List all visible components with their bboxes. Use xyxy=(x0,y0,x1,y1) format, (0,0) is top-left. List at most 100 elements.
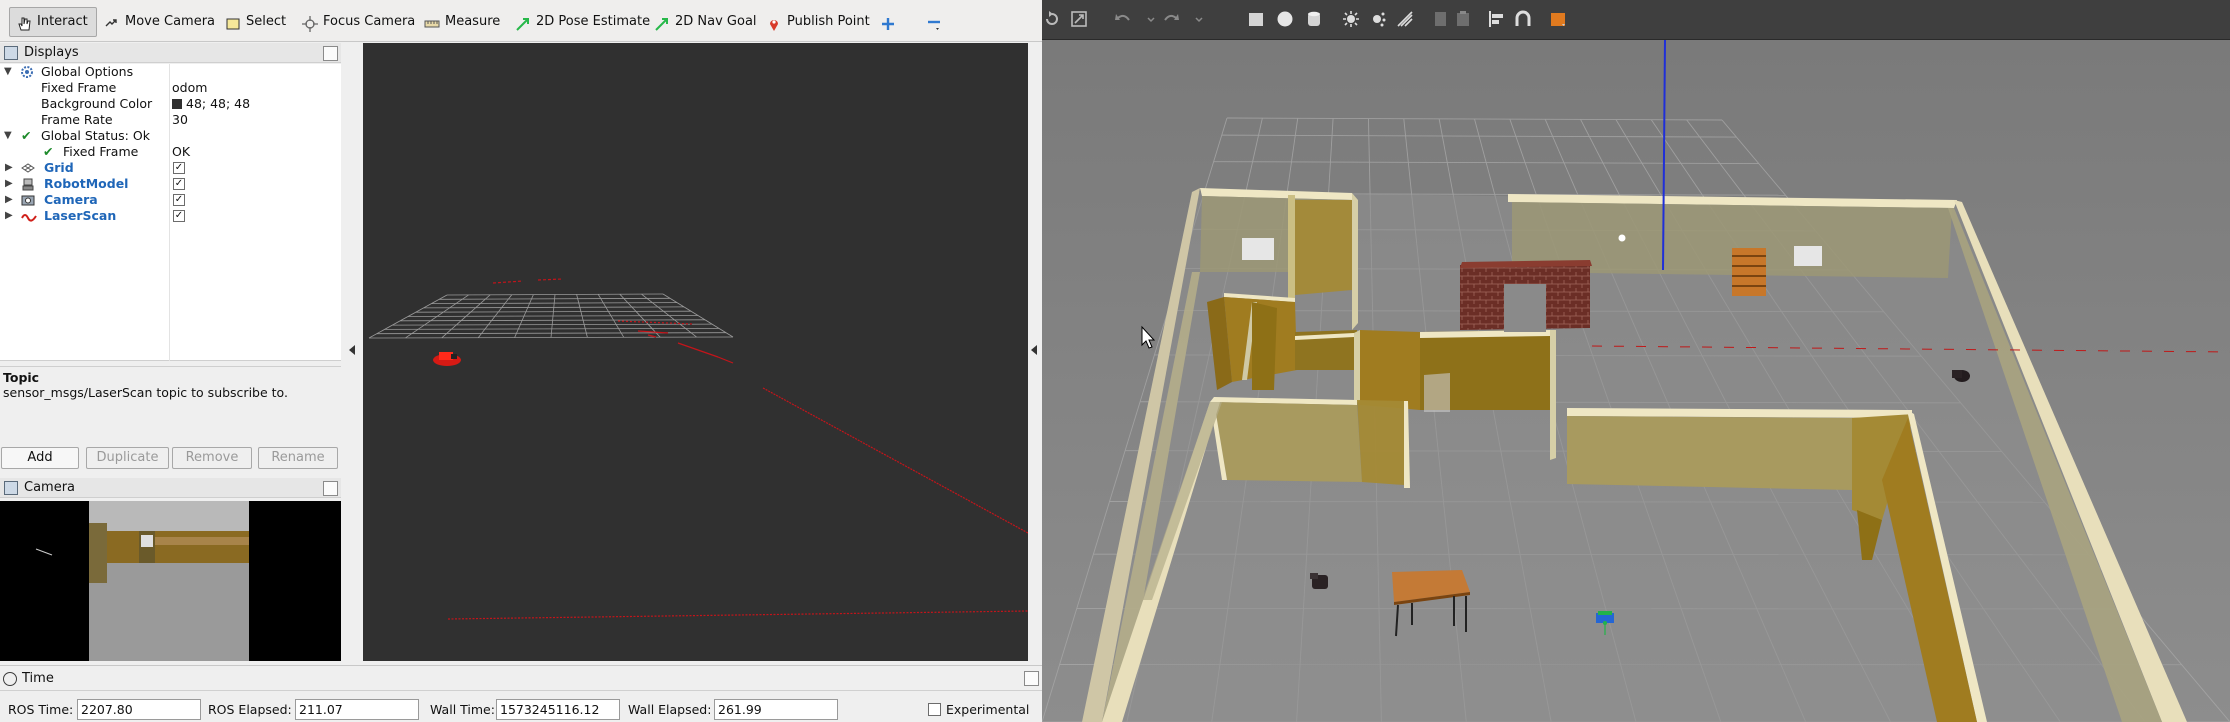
tree-row-camera[interactable]: ▶ Camera ✓ xyxy=(0,192,341,208)
collapsed-triangle-icon[interactable]: ▶ xyxy=(5,160,13,176)
undock-button[interactable] xyxy=(1024,671,1039,686)
gazebo-toolbar xyxy=(1042,0,2230,40)
tree-row-global-status[interactable]: ▼ ✔ Global Status: Ok xyxy=(0,128,341,144)
tree-row-background-color[interactable]: Background Color 48; 48; 48 xyxy=(0,96,341,112)
wall-elapsed-field[interactable]: 261.99 xyxy=(714,699,838,720)
align-icon[interactable] xyxy=(1488,10,1506,28)
right-splitter[interactable] xyxy=(1028,43,1042,661)
camera-panel-icon xyxy=(4,481,18,495)
experimental-checkbox[interactable] xyxy=(928,703,941,716)
displays-panel-title: Displays xyxy=(0,43,341,63)
measure-tool[interactable]: Measure xyxy=(418,7,506,37)
checkmark-icon: ✔ xyxy=(43,144,54,159)
rename-button[interactable]: Rename xyxy=(258,447,338,469)
chevron-down-icon[interactable] xyxy=(1194,10,1204,28)
robotmodel-checkbox[interactable]: ✓ xyxy=(173,178,185,190)
scale-icon[interactable] xyxy=(1070,10,1088,28)
select-tool[interactable]: Select xyxy=(219,7,292,37)
robot-icon xyxy=(21,177,35,191)
plus-icon xyxy=(880,14,896,30)
displays-panel: Displays ▼ Global Options Fixed Frame od… xyxy=(0,43,341,661)
snap-magnet-icon[interactable] xyxy=(1514,10,1532,28)
chevron-down-icon[interactable] xyxy=(1146,10,1156,28)
grid-icon xyxy=(21,161,35,175)
green-arrow-icon xyxy=(515,14,531,31)
time-panel-title: Time xyxy=(0,666,1042,691)
move-camera-tool[interactable]: Move Camera xyxy=(98,7,221,37)
point-light-icon[interactable] xyxy=(1369,10,1387,28)
3d-viewport[interactable] xyxy=(363,43,1028,661)
nav-goal-tool[interactable]: 2D Nav Goal xyxy=(648,7,763,37)
checkmark-icon: ✔ xyxy=(21,128,32,143)
time-panel: Time ROS Time: 2207.80 ROS Elapsed: 211.… xyxy=(0,665,1042,722)
collapsed-triangle-icon[interactable]: ▶ xyxy=(5,208,13,224)
add-button[interactable]: Add xyxy=(1,447,79,469)
tree-row-status-fixed-frame[interactable]: ✔ Fixed Frame OK xyxy=(0,144,341,160)
redo-icon[interactable] xyxy=(1162,10,1180,28)
hand-cursor-icon xyxy=(16,14,32,31)
trash-can xyxy=(1310,573,1328,589)
expanded-triangle-icon[interactable]: ▼ xyxy=(4,64,12,80)
clock-icon xyxy=(3,672,17,686)
tree-row-fixed-frame[interactable]: Fixed Frame odom xyxy=(0,80,341,96)
grid-checkbox[interactable]: ✓ xyxy=(173,162,185,174)
remove-button[interactable]: Remove xyxy=(172,447,252,469)
monitor-icon xyxy=(4,46,18,60)
remove-tool-button[interactable] xyxy=(920,7,948,37)
undo-icon[interactable] xyxy=(1114,10,1132,28)
sphere-shape-icon[interactable] xyxy=(1276,10,1294,28)
crosshair-icon xyxy=(302,14,318,32)
pose-estimate-tool[interactable]: 2D Pose Estimate xyxy=(509,7,656,37)
sun-light-icon[interactable] xyxy=(1342,10,1360,28)
undock-button[interactable] xyxy=(323,46,338,61)
wall-time-field[interactable]: 1573245116.12 xyxy=(496,699,620,720)
tree-row-global-options[interactable]: ▼ Global Options xyxy=(0,64,341,80)
box-shape-icon[interactable] xyxy=(1247,10,1265,28)
map-pin-icon xyxy=(766,14,782,31)
duplicate-button[interactable]: Duplicate xyxy=(86,447,169,469)
undock-button[interactable] xyxy=(323,481,338,496)
move-camera-icon xyxy=(104,14,120,30)
collapse-left-icon[interactable] xyxy=(349,345,355,355)
ruler-icon xyxy=(424,14,440,30)
paste-icon[interactable] xyxy=(1454,10,1472,28)
laserscan-checkbox[interactable]: ✓ xyxy=(173,210,185,222)
camera-icon xyxy=(21,193,35,207)
select-box-icon xyxy=(225,14,241,30)
cylinder-shape-icon[interactable] xyxy=(1305,10,1323,28)
rviz-window: Interact Move Camera Select Focus Camera… xyxy=(0,0,1042,722)
camera-panel-title: Camera xyxy=(0,478,341,498)
screenshot-icon[interactable] xyxy=(1550,10,1568,28)
publish-point-tool[interactable]: Publish Point xyxy=(760,7,876,37)
add-tool-button[interactable] xyxy=(874,7,902,37)
gazebo-3d-scene[interactable] xyxy=(1041,39,2230,722)
collapsed-triangle-icon[interactable]: ▶ xyxy=(5,192,13,208)
rotate-icon[interactable] xyxy=(1043,10,1061,28)
interact-tool[interactable]: Interact xyxy=(9,7,97,37)
gazebo-window xyxy=(1041,0,2230,722)
left-splitter[interactable] xyxy=(341,43,363,661)
display-tree: ▼ Global Options Fixed Frame odom Backgr… xyxy=(0,64,341,361)
ros-time-field[interactable]: 2207.80 xyxy=(77,699,201,720)
brick-wall xyxy=(1460,260,1592,332)
rviz-toolbar: Interact Move Camera Select Focus Camera… xyxy=(0,0,1042,42)
laser-icon xyxy=(21,209,37,223)
gear-icon xyxy=(20,65,34,79)
camera-image-view xyxy=(0,501,341,661)
minus-icon xyxy=(926,14,942,30)
focus-camera-tool[interactable]: Focus Camera xyxy=(296,7,421,37)
tree-row-grid[interactable]: ▶ Grid ✓ xyxy=(0,160,341,176)
copy-icon[interactable] xyxy=(1432,10,1450,28)
expanded-triangle-icon[interactable]: ▼ xyxy=(4,128,12,144)
tree-row-robotmodel[interactable]: ▶ RobotModel ✓ xyxy=(0,176,341,192)
light-marker xyxy=(1618,234,1626,242)
tree-row-frame-rate[interactable]: Frame Rate 30 xyxy=(0,112,341,128)
camera-checkbox[interactable]: ✓ xyxy=(173,194,185,206)
tree-row-laserscan[interactable]: ▶ LaserScan ✓ xyxy=(0,208,341,224)
spot-light-icon[interactable] xyxy=(1396,10,1414,28)
property-description: Topic sensor_msgs/LaserScan topic to sub… xyxy=(0,366,341,441)
collapse-right-icon[interactable] xyxy=(1031,345,1037,355)
ros-elapsed-field[interactable]: 211.07 xyxy=(295,699,419,720)
collapsed-triangle-icon[interactable]: ▶ xyxy=(5,176,13,192)
bookshelf xyxy=(1732,248,1766,296)
